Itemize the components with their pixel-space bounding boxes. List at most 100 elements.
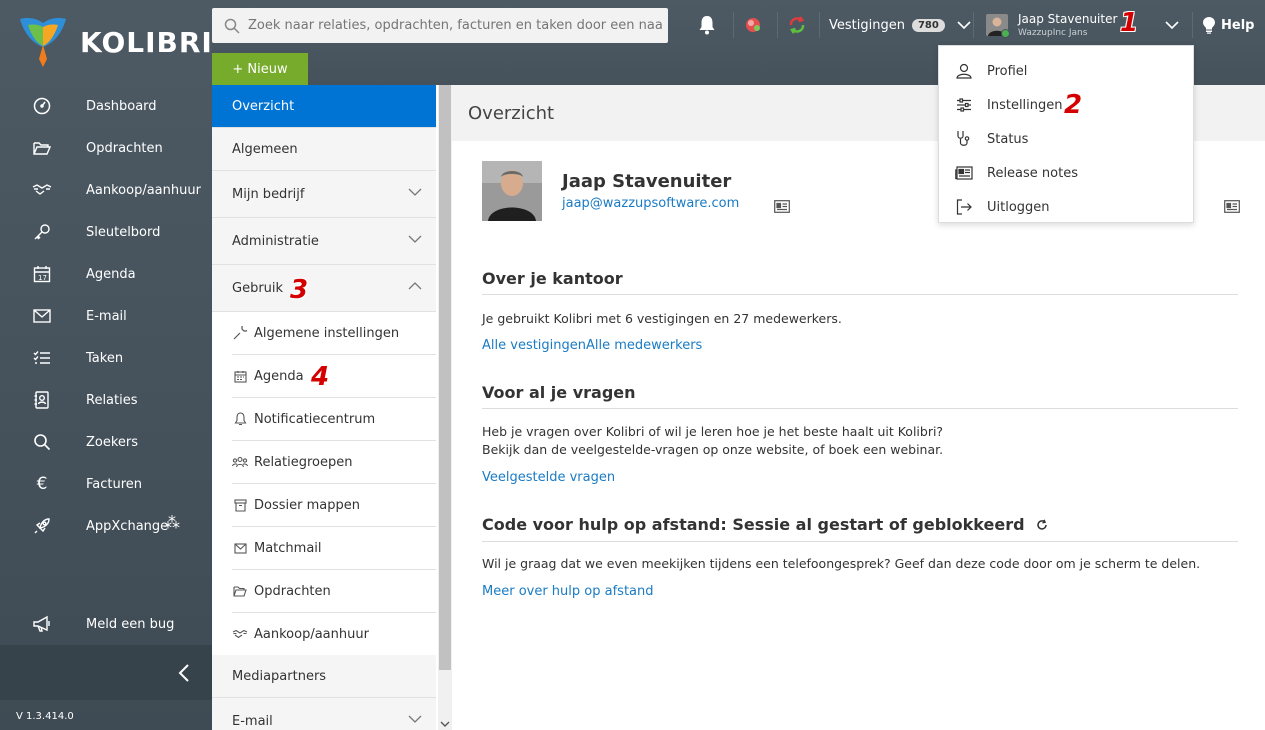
megaphone-icon — [32, 614, 52, 634]
menu-scrollbar[interactable] — [438, 85, 452, 730]
logo-text: KOLIBRI — [80, 26, 213, 59]
menu-item-gebruik[interactable]: Gebruik — [212, 265, 436, 312]
refresh-sync-icon[interactable] — [786, 14, 808, 36]
newspaper-icon — [955, 164, 973, 182]
dropdown-item-release-notes[interactable]: Release notes — [939, 156, 1195, 190]
folder-open-icon — [32, 138, 52, 158]
submenu-item-notificatiecentrum[interactable]: Notificatiecentrum — [232, 398, 436, 441]
annotation-marker-2: 2 — [1064, 90, 1083, 120]
remote-help-text: Wil je graag dat we even meekijken tijde… — [482, 556, 1201, 571]
submenu-item-label: Dossier mappen — [254, 497, 360, 513]
folder-open-icon — [232, 583, 248, 599]
envelope-icon — [32, 306, 52, 326]
sidebar-item-label: Relaties — [86, 392, 138, 408]
sidebar-item-email[interactable]: E-mail — [0, 295, 212, 337]
dropdown-item-label: Release notes — [987, 165, 1078, 181]
menu-item-email[interactable]: E-mail — [212, 698, 436, 730]
menu-item-administratie[interactable]: Administratie — [212, 218, 436, 265]
dropdown-item-label: Instellingen — [987, 97, 1063, 113]
chevron-down-icon[interactable] — [1165, 21, 1179, 30]
annotation-marker-4: 4 — [311, 362, 330, 392]
sidebar-item-label: AppXchange — [86, 518, 169, 534]
global-search — [212, 8, 668, 43]
sidebar-item-dashboard[interactable]: Dashboard — [0, 85, 212, 127]
chevron-up-icon — [408, 279, 422, 293]
menu-item-mijn-bedrijf[interactable]: Mijn bedrijf — [212, 171, 436, 218]
menu-item-label: Administratie — [232, 233, 319, 249]
sidebar-item-appxchange[interactable]: AppXchange ⁂ — [0, 505, 212, 547]
sidebar-item-label: Dashboard — [86, 98, 157, 114]
sidebar-item-sleutelbord[interactable]: Sleutelbord — [0, 211, 212, 253]
submenu-item-agenda[interactable]: Agenda — [232, 355, 436, 398]
sidebar-item-zoekers[interactable]: Zoekers — [0, 421, 212, 463]
sidebar-item-label: Sleutelbord — [86, 224, 161, 240]
dropdown-item-profiel[interactable]: Profiel — [939, 54, 1195, 88]
profile-email-link[interactable]: jaap@wazzupsoftware.com — [562, 196, 739, 211]
sidebar-item-aankoop[interactable]: Aankoop/aanhuur — [0, 169, 212, 211]
wrench-icon — [232, 325, 248, 341]
new-button[interactable]: + Nieuw — [212, 53, 308, 85]
branches-selector[interactable]: Vestigingen 780 — [829, 18, 971, 33]
submenu-item-label: Relatiegroepen — [254, 454, 353, 470]
submenu-item-label: Agenda — [254, 368, 304, 384]
submenu-item-algemene-instellingen[interactable]: Algemene instellingen — [232, 312, 436, 355]
menu-item-label: Overzicht — [232, 98, 295, 114]
menu-item-overzicht[interactable]: Overzicht — [212, 85, 436, 128]
submenu-item-opdrachten[interactable]: Opdrachten — [232, 570, 436, 613]
dropdown-item-label: Profiel — [987, 63, 1028, 79]
refresh-icon[interactable] — [1036, 516, 1048, 535]
menu-item-algemeen[interactable]: Algemeen — [212, 128, 436, 171]
submenu-item-aankoop[interactable]: Aankoop/aanhuur — [232, 613, 436, 656]
sidebar-item-opdrachten[interactable]: Opdrachten — [0, 127, 212, 169]
settings-menu: Overzicht Algemeen Mijn bedrijf Administ… — [212, 85, 438, 730]
envelope-icon — [232, 540, 248, 556]
sparkle-icon: ⁂ — [164, 513, 180, 532]
dropdown-item-uitloggen[interactable]: Uitloggen — [939, 190, 1195, 224]
all-employees-link[interactable]: Alle medewerkers — [586, 338, 702, 353]
remote-help-link[interactable]: Meer over hulp op afstand — [482, 584, 654, 599]
gauge-icon — [32, 96, 52, 116]
notifications-bell-icon[interactable] — [696, 14, 718, 36]
id-card-icon[interactable] — [774, 200, 790, 213]
logout-icon — [955, 198, 973, 216]
office-text: Je gebruikt Kolibri met 6 vestigingen en… — [482, 311, 842, 326]
sidebar-item-relaties[interactable]: Relaties — [0, 379, 212, 421]
dropdown-item-label: Uitloggen — [987, 199, 1050, 215]
sidebar-item-label: Zoekers — [86, 434, 139, 450]
help-button[interactable]: Help — [1202, 16, 1254, 34]
faq-link[interactable]: Veelgestelde vragen — [482, 470, 615, 485]
main-sidebar: KOLIBRI Dashboard Opdrachten Aankoop/aan… — [0, 0, 212, 730]
submenu-item-label: Algemene instellingen — [254, 325, 400, 341]
submenu-item-matchmail[interactable]: Matchmail — [232, 527, 436, 570]
submenu-item-label: Matchmail — [254, 540, 322, 556]
section-title-remote-help: Code voor hulp op afstand: Sessie al ges… — [482, 515, 1238, 542]
collapse-sidebar-button[interactable] — [172, 661, 196, 685]
scroll-down-arrow-icon[interactable] — [440, 721, 450, 728]
search-input[interactable] — [248, 18, 668, 33]
divider — [733, 12, 734, 38]
logo[interactable]: KOLIBRI — [0, 0, 212, 85]
submenu-item-relatiegroepen[interactable]: Relatiegroepen — [232, 441, 436, 484]
sidebar-item-agenda[interactable]: 17 Agenda — [0, 253, 212, 295]
menu-item-mediapartners[interactable]: Mediapartners — [212, 655, 436, 698]
sidebar-item-taken[interactable]: Taken — [0, 337, 212, 379]
scrollbar-thumb[interactable] — [439, 85, 451, 670]
sidebar-item-facturen[interactable]: € Facturen — [0, 463, 212, 505]
sync-status-icon[interactable] — [742, 14, 764, 36]
divider — [819, 12, 820, 38]
report-bug-button[interactable]: Meld een bug — [0, 603, 212, 645]
submenu-item-dossier-mappen[interactable]: Dossier mappen — [232, 484, 436, 527]
all-branches-link[interactable]: Alle vestigingen — [482, 338, 586, 353]
menu-item-label: Algemeen — [232, 141, 298, 157]
user-menu-toggle[interactable]: Jaap Stavenuiter WazzupInc Jans — [986, 12, 1186, 42]
id-card-icon[interactable] — [1224, 200, 1240, 213]
group-icon — [232, 454, 248, 470]
branches-count-badge: 780 — [911, 19, 945, 32]
handshake-icon — [32, 180, 52, 200]
dropdown-item-status[interactable]: Status — [939, 122, 1195, 156]
sidebar-item-label: Opdrachten — [86, 140, 163, 156]
euro-icon: € — [36, 474, 48, 494]
user-icon — [955, 62, 973, 80]
version-label: V 1.3.414.0 — [16, 711, 74, 722]
rocket-icon — [32, 516, 52, 536]
